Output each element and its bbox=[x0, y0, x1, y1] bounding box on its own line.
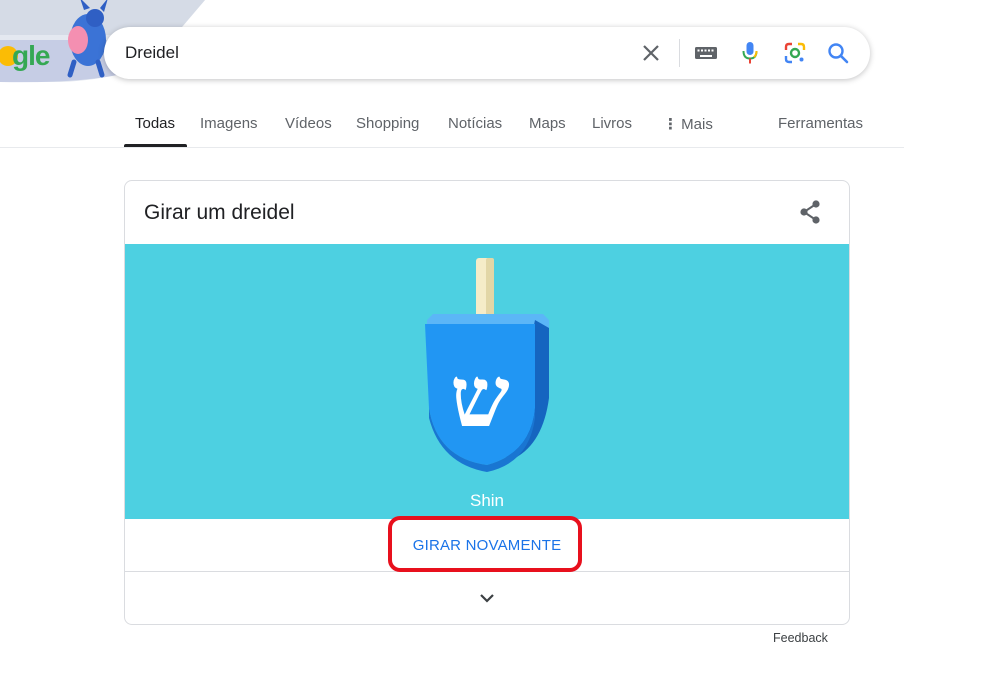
tools-button[interactable]: Ferramentas bbox=[778, 115, 863, 132]
feedback-link[interactable]: Feedback bbox=[773, 631, 828, 645]
tab-imagens[interactable]: Imagens bbox=[200, 115, 258, 132]
tab-maps[interactable]: Maps bbox=[529, 115, 566, 132]
search-divider bbox=[679, 39, 680, 67]
close-icon[interactable] bbox=[639, 41, 663, 65]
tab-todas[interactable]: Todas bbox=[135, 115, 175, 132]
keyboard-icon[interactable] bbox=[694, 41, 718, 65]
card-title: Girar um dreidel bbox=[144, 201, 295, 224]
tab-mais[interactable]: ⋮ Mais bbox=[663, 115, 713, 133]
search-bar[interactable]: Dreidel bbox=[104, 27, 870, 79]
tab-livros[interactable]: Livros bbox=[592, 115, 632, 132]
chevron-down-icon[interactable] bbox=[475, 586, 499, 610]
share-icon[interactable] bbox=[797, 199, 823, 225]
dreidel-top[interactable]: ש bbox=[423, 258, 551, 483]
tabs-divider bbox=[0, 147, 904, 148]
tab-shopping[interactable]: Shopping bbox=[356, 115, 419, 132]
highlight-annotation bbox=[388, 516, 582, 572]
dreidel-stage[interactable]: ש Shin bbox=[125, 244, 849, 519]
tab-videos[interactable]: Vídeos bbox=[285, 115, 332, 132]
dreidel-letter: ש bbox=[450, 347, 509, 446]
search-tabs: Todas Imagens Vídeos Shopping Notícias M… bbox=[0, 106, 984, 148]
spin-result: Shin bbox=[469, 491, 505, 510]
search-input[interactable]: Dreidel bbox=[125, 43, 179, 63]
search-icon[interactable] bbox=[826, 41, 850, 65]
tab-noticias[interactable]: Notícias bbox=[448, 115, 502, 132]
microphone-icon[interactable] bbox=[738, 41, 762, 65]
lens-icon[interactable] bbox=[783, 41, 807, 65]
logo-text: gle bbox=[12, 40, 50, 71]
tab-mais-label: Mais bbox=[681, 116, 713, 133]
more-vert-icon: ⋮ bbox=[663, 116, 678, 133]
